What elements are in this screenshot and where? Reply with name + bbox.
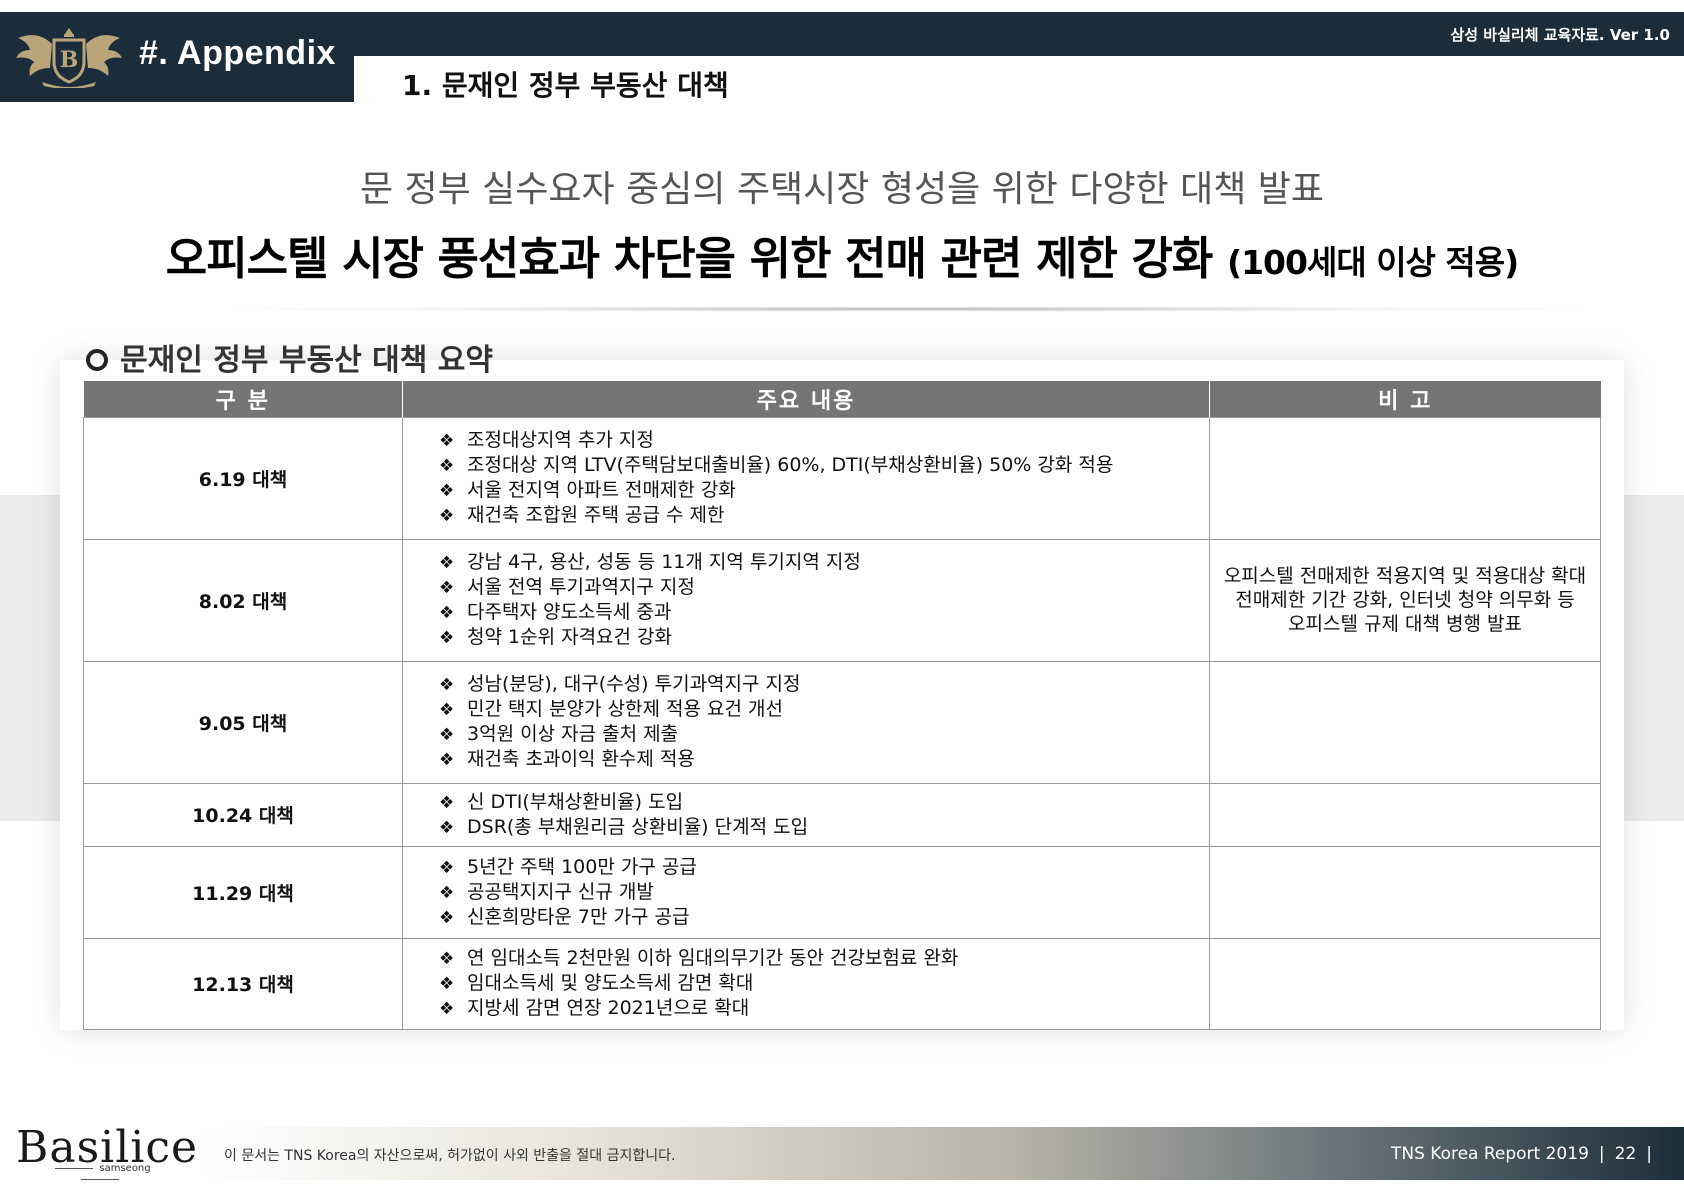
list-item: ❖ 다주택자 양도소득세 중과: [439, 601, 672, 623]
note-line: 오피스텔 규제 대책 병행 발표: [1288, 613, 1522, 635]
subheadline: 문 정부 실수요자 중심의 주택시장 형성을 위한 다양한 대책 발표: [359, 169, 1325, 210]
page-number: 22: [1614, 1144, 1637, 1164]
diamond-bullet-icon: ❖: [439, 553, 455, 573]
crest-logo-icon: B: [16, 28, 122, 88]
note-line: 오피스텔 전매제한 적용지역 및 적용대상 확대: [1223, 565, 1587, 587]
list-item: ❖ 임대소득세 및 양도소득세 감면 확대: [439, 972, 754, 994]
row-content: ❖ 조정대상지역 추가 지정 ❖ 조정대상 지역 LTV(주택담보대출비율) 60%…: [402, 416, 1210, 540]
row-category: 8.02 대책: [83, 538, 403, 662]
note-cell: [1209, 416, 1601, 540]
diamond-bullet-icon: ❖: [439, 481, 455, 501]
diamond-bullet-icon: ❖: [439, 817, 455, 838]
note-cell: [1209, 782, 1601, 847]
list-item: ❖ 5년간 주택 100만 가구 공급: [439, 855, 697, 878]
row-content: ❖ 신 DTI(부채상환비율) 도입 ❖ DSR(총 부채원리금 상환비율) 단계적…: [402, 782, 1210, 847]
table-header-row: 구 분 주요 내용 비 고: [83, 381, 1601, 417]
diamond-bullet-icon: ❖: [439, 628, 455, 648]
diamond-bullet-icon: ❖: [439, 456, 455, 476]
list-item: ❖ 조정대상지역 추가 지정: [439, 429, 654, 451]
list-item: ❖ 강남 4구, 용산, 성동 등 11개 지역 투기지역 지정: [439, 551, 861, 573]
list-item: ❖ 신 DTI(부채상환비율) 도입: [439, 790, 684, 813]
circle-bullet-icon: [86, 349, 108, 371]
diamond-bullet-icon: ❖: [439, 675, 455, 695]
diamond-bullet-icon: ❖: [439, 700, 455, 720]
list-item: ❖ 신혼희망타운 7만 가구 공급: [439, 905, 690, 928]
list-item: ❖ 서울 전지역 아파트 전매제한 강화: [439, 479, 736, 501]
list-item: ❖ 조정대상 지역 LTV(주택담보대출비율) 60%, DTI(부채상환비율) …: [439, 454, 1114, 476]
list-item: ❖ 재건축 조합원 주택 공급 수 제한: [439, 504, 725, 526]
table-row: 9.05 대책 ❖ 성남(분당), 대구(수성) 투기과역지구 지정 ❖ 민간 택지…: [83, 660, 1601, 784]
row-content: ❖ 5년간 주택 100만 가구 공급 ❖ 공공택지지구 신규 개발 ❖ 신혼희망타운…: [402, 845, 1210, 939]
appendix-label: #. Appendix: [139, 34, 336, 72]
note-cell: 오피스텔 전매제한 적용지역 및 적용대상 확대 전매제한 기간 강화, 인터넷…: [1209, 538, 1601, 662]
list-item: ❖ 재건축 초과이익 환수제 적용: [439, 748, 695, 770]
diamond-bullet-icon: ❖: [439, 603, 455, 623]
column-header-note: 비 고: [1209, 381, 1601, 417]
list-item: ❖ 지방세 감면 연장 2021년으로 확대: [439, 997, 750, 1019]
row-category: 9.05 대책: [83, 660, 403, 784]
list-item: ❖ 공공택지지구 신규 개발: [439, 880, 654, 903]
note-cell: [1209, 660, 1601, 784]
diamond-bullet-icon: ❖: [439, 431, 455, 451]
row-category: 10.24 대책: [83, 782, 403, 847]
table-row: 8.02 대책 ❖ 강남 4구, 용산, 성동 등 11개 지역 투기지역 지정 …: [83, 538, 1601, 662]
table-row: 12.13 대책 ❖ 연 임대소득 2천만원 이하 임대의무기간 동안 건강보험료…: [83, 937, 1601, 1030]
list-item: ❖ DSR(총 부채원리금 상환비율) 단계적 도입: [439, 815, 809, 838]
report-title: TNS Korea Report 2019: [1390, 1144, 1589, 1164]
row-content: ❖ 성남(분당), 대구(수성) 투기과역지구 지정 ❖ 민간 택지 분양가 상한제…: [402, 660, 1210, 784]
headline-main: 오피스텔 시장 풍선효과 차단을 위한 전매 관련 제한 강화: [165, 232, 1214, 285]
list-item: ❖ 연 임대소득 2천만원 이하 임대의무기간 동안 건강보험료 완화: [439, 947, 959, 969]
row-category: 12.13 대책: [83, 937, 403, 1030]
diamond-bullet-icon: ❖: [439, 882, 455, 903]
diamond-bullet-icon: ❖: [439, 578, 455, 598]
note-cell: [1209, 937, 1601, 1030]
list-item: ❖ 성남(분당), 대구(수성) 투기과역지구 지정: [439, 673, 801, 695]
note-line: 전매제한 기간 강화, 인터넷 청약 의무화 등: [1235, 589, 1575, 611]
diamond-bullet-icon: ❖: [439, 907, 455, 928]
diamond-bullet-icon: ❖: [439, 949, 455, 969]
row-category: 6.19 대책: [83, 416, 403, 540]
footer-report: TNS Korea Report 2019 | 22 |: [1390, 1144, 1652, 1164]
diamond-bullet-icon: ❖: [439, 506, 455, 526]
summary-title: 문재인 정부 부동산 대책 요약: [86, 335, 493, 379]
note-cell: [1209, 845, 1601, 939]
table-row: 11.29 대책 ❖ 5년간 주택 100만 가구 공급 ❖ 공공택지지구 신규 개…: [83, 845, 1601, 939]
diamond-bullet-icon: ❖: [439, 750, 455, 770]
headline-suffix: (100세대 이상 적용): [1227, 243, 1519, 282]
section-title: 1. 문재인 정부 부동산 대책: [402, 69, 729, 102]
diamond-bullet-icon: ❖: [439, 857, 455, 878]
headline: 오피스텔 시장 풍선효과 차단을 위한 전매 관련 제한 강화 (100세대 이…: [0, 222, 1684, 287]
list-item: ❖ 서울 전역 투기과역지구 지정: [439, 576, 695, 598]
row-category: 11.29 대책: [83, 845, 403, 939]
diamond-bullet-icon: ❖: [439, 974, 455, 994]
version-label: 삼성 바실리체 교육자료. Ver 1.0: [1450, 26, 1670, 44]
diamond-bullet-icon: ❖: [439, 725, 455, 745]
summary-title-text: 문재인 정부 부동산 대책 요약: [120, 343, 493, 378]
column-header-content: 주요 내용: [402, 381, 1210, 417]
row-content: ❖ 연 임대소득 2천만원 이하 임대의무기간 동안 건강보험료 완화 ❖ 임대소득…: [402, 937, 1210, 1030]
policy-table: 구 분 주요 내용 비 고 6.19 대책 ❖ 조정대상지역 추가 지정 ❖ 조정대…: [83, 381, 1601, 1030]
list-item: ❖ 청약 1순위 자격요건 강화: [439, 626, 673, 648]
row-content: ❖ 강남 4구, 용산, 성동 등 11개 지역 투기지역 지정 ❖ 서울 전역 투…: [402, 538, 1210, 662]
list-item: ❖ 3억원 이상 자금 출처 제출: [439, 723, 679, 745]
footer-disclaimer: 이 문서는 TNS Korea의 자산으로써, 허가없이 사외 반출을 절대 금…: [224, 1148, 676, 1164]
list-item: ❖ 민간 택지 분양가 상한제 적용 요건 개선: [439, 698, 783, 720]
column-header-category: 구 분: [83, 381, 403, 417]
diamond-bullet-icon: ❖: [439, 999, 455, 1019]
table-row: 6.19 대책 ❖ 조정대상지역 추가 지정 ❖ 조정대상 지역 LTV(주택담보대…: [83, 416, 1601, 540]
table-row: 10.24 대책 ❖ 신 DTI(부채상환비율) 도입 ❖ DSR(총 부채원리금 …: [83, 782, 1601, 847]
svg-text:B: B: [60, 47, 79, 73]
diamond-bullet-icon: ❖: [439, 792, 455, 813]
brand-subtitle: samseong: [30, 1163, 170, 1185]
headline-divider: [230, 306, 1590, 312]
